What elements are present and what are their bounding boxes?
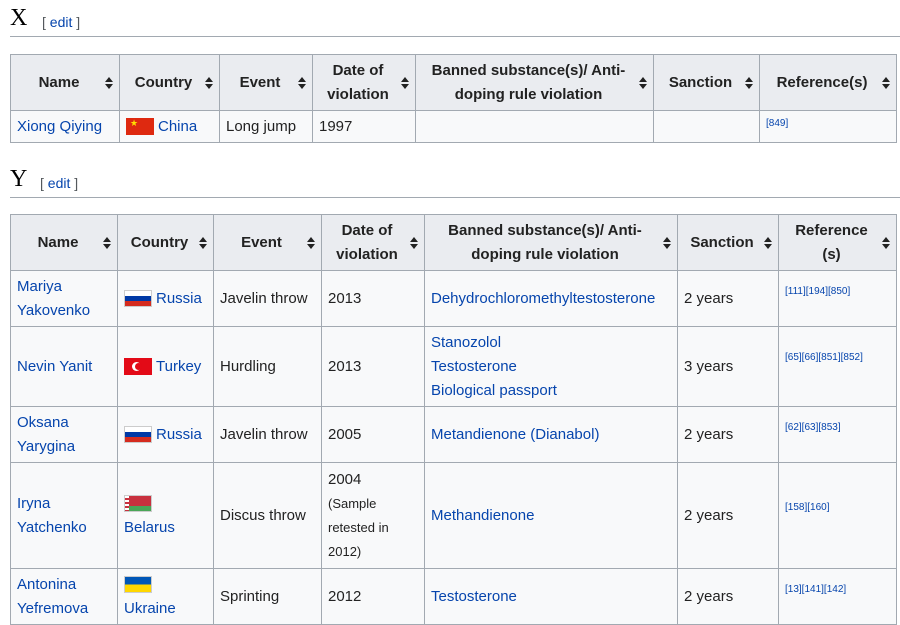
header-row: Name Country Event Date of violation Ban… (10, 54, 897, 111)
reference-links[interactable]: [62][63][853] (785, 422, 841, 433)
doping-table-x: Name Country Event Date of violation Ban… (10, 54, 897, 143)
substance-link[interactable]: Biological passport (431, 379, 671, 403)
event-cell: Javelin throw (213, 270, 322, 327)
event-cell: Discus throw (213, 462, 322, 569)
sort-icon[interactable] (105, 75, 113, 91)
section-x-heading: X [ edit ] (10, 5, 900, 37)
russia-flag-icon (124, 426, 152, 444)
sort-icon[interactable] (103, 235, 111, 251)
substance-link[interactable]: Metandienone (Dianabol) (431, 426, 599, 443)
sort-icon[interactable] (307, 235, 315, 251)
section-y-heading: Y [ edit ] (10, 166, 900, 198)
event-cell: Javelin throw (213, 406, 322, 463)
sort-icon[interactable] (639, 75, 647, 91)
event-cell: Long jump (219, 110, 313, 143)
col-header-country[interactable]: Country (119, 54, 220, 111)
date-cell: 1997 (312, 110, 416, 143)
event-cell: Hurdling (213, 326, 322, 407)
sort-icon[interactable] (882, 75, 890, 91)
header-row: Name Country Event Date of violation Ban… (10, 214, 897, 271)
ukraine-flag-icon (124, 576, 152, 594)
date-cell: 2005 (321, 406, 425, 463)
sanction-cell: 2 years (677, 568, 779, 625)
date-value: 2004 (328, 470, 362, 488)
sort-icon[interactable] (298, 75, 306, 91)
sort-icon[interactable] (410, 235, 418, 251)
belarus-flag-icon (124, 495, 152, 513)
table-row: Oksana Yarygina Russia Javelin throw 200… (10, 406, 897, 463)
sort-icon[interactable] (205, 75, 213, 91)
col-header-event[interactable]: Event (219, 54, 313, 111)
doping-table-y: Name Country Event Date of violation Ban… (10, 214, 897, 625)
sort-icon[interactable] (199, 235, 207, 251)
edit-label[interactable]: edit (48, 175, 71, 191)
col-header-event[interactable]: Event (213, 214, 322, 271)
col-header-sanction[interactable]: Sanction (653, 54, 760, 111)
country-link[interactable]: Russia (156, 426, 202, 443)
sort-icon[interactable] (401, 75, 409, 91)
athlete-name-link[interactable]: Antonina Yefremova (17, 576, 88, 617)
reference-links[interactable]: [849] (766, 118, 788, 129)
country-link[interactable]: China (158, 118, 197, 135)
edit-link[interactable]: [ edit ] (40, 175, 78, 191)
section-title: X (10, 5, 28, 31)
country-link[interactable]: Ukraine (124, 600, 176, 617)
sort-icon[interactable] (745, 75, 753, 91)
sanction-cell: 2 years (677, 406, 779, 463)
edit-label[interactable]: edit (50, 14, 73, 30)
table-row: Iryna Yatchenko Belarus Discus throw 200… (10, 462, 897, 569)
col-header-country[interactable]: Country (117, 214, 214, 271)
table-row: Mariya Yakovenko Russia Javelin throw 20… (10, 270, 897, 327)
country-link[interactable]: Belarus (124, 519, 175, 536)
col-header-date[interactable]: Date of violation (312, 54, 416, 111)
substance-link[interactable]: Methandienone (431, 507, 534, 524)
country-link[interactable]: Turkey (156, 358, 201, 375)
turkey-flag-icon (124, 358, 152, 376)
sanction-cell: 3 years (677, 326, 779, 407)
country-link[interactable]: Russia (156, 290, 202, 307)
athlete-name-link[interactable]: Mariya Yakovenko (17, 278, 90, 319)
substance-link[interactable]: Dehydrochloromethyltestosterone (431, 290, 655, 307)
substance-link[interactable]: Stanozolol (431, 331, 671, 355)
date-cell: 2013 (321, 326, 425, 407)
table-row: Antonina Yefremova Ukraine Sprinting 201… (10, 568, 897, 625)
russia-flag-icon (124, 290, 152, 308)
section-title: Y (10, 166, 28, 192)
athlete-name-link[interactable]: Nevin Yanit (17, 358, 92, 375)
reference-links[interactable]: [13][141][142] (785, 584, 846, 595)
col-header-substance[interactable]: Banned substance(s)/ Anti-doping rule vi… (424, 214, 678, 271)
athlete-name-link[interactable]: Xiong Qiying (17, 118, 102, 135)
date-cell: 2013 (321, 270, 425, 327)
edit-link[interactable]: [ edit ] (42, 14, 80, 30)
sort-icon[interactable] (764, 235, 772, 251)
col-header-date[interactable]: Date of violation (321, 214, 425, 271)
reference-links[interactable]: [158][160] (785, 502, 829, 513)
col-header-name[interactable]: Name (10, 214, 118, 271)
sort-icon[interactable] (663, 235, 671, 251)
sanction-cell: 2 years (677, 270, 779, 327)
col-header-sanction[interactable]: Sanction (677, 214, 779, 271)
table-row: Nevin Yanit Turkey Hurdling 2013 Stanozo… (10, 326, 897, 407)
sort-icon[interactable] (882, 235, 890, 251)
reference-links[interactable]: [111][194][850] (785, 286, 850, 297)
athlete-name-link[interactable]: Iryna Yatchenko (17, 495, 87, 536)
substance-link[interactable]: Testosterone (431, 588, 517, 605)
col-header-references[interactable]: Reference (s) (778, 214, 897, 271)
sanction-cell: 2 years (677, 462, 779, 569)
table-row: Xiong Qiying China Long jump 1997 [849] (10, 110, 897, 143)
col-header-references[interactable]: Reference(s) (759, 54, 897, 111)
sanction-cell (653, 110, 760, 143)
china-flag-icon (126, 117, 154, 136)
col-header-substance[interactable]: Banned substance(s)/ Anti-doping rule vi… (415, 54, 654, 111)
date-cell: 2012 (321, 568, 425, 625)
date-note: (Sample retested in 2012) (328, 495, 389, 559)
athlete-name-link[interactable]: Oksana Yarygina (17, 414, 75, 455)
reference-links[interactable]: [65][66][851][852] (785, 352, 863, 363)
substance-link[interactable]: Testosterone (431, 355, 671, 379)
substance-cell (415, 110, 654, 143)
event-cell: Sprinting (213, 568, 322, 625)
col-header-name[interactable]: Name (10, 54, 120, 111)
